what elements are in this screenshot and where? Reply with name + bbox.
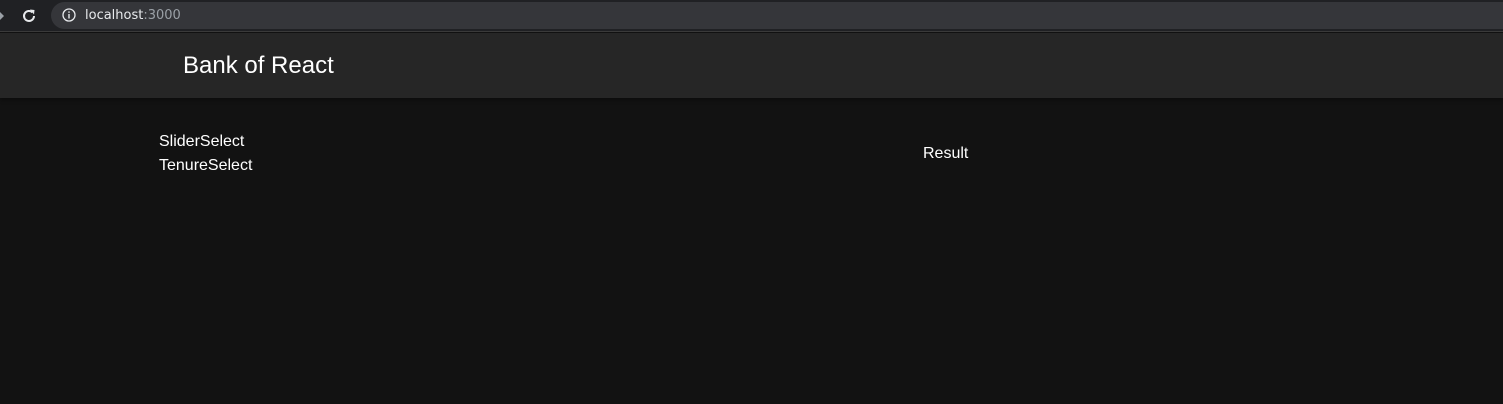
url-host: localhost [85, 8, 144, 23]
info-icon[interactable] [62, 8, 76, 22]
slider-select-label: SliderSelect [159, 133, 245, 150]
reload-button[interactable] [19, 6, 39, 26]
app-header: Bank of React [0, 33, 1503, 98]
address-bar[interactable]: localhost:3000 [51, 2, 1503, 29]
back-icon[interactable] [0, 10, 6, 22]
browser-toolbar: localhost:3000 [0, 0, 1503, 32]
tenure-select-label: TenureSelect [159, 157, 253, 174]
app-title: Bank of React [183, 52, 334, 79]
result-label: Result [923, 145, 969, 162]
url-port: :3000 [143, 8, 181, 23]
url-text[interactable]: localhost:3000 [85, 8, 181, 23]
left-panel: SliderSelect TenureSelect [159, 130, 252, 178]
reload-icon [23, 9, 35, 22]
